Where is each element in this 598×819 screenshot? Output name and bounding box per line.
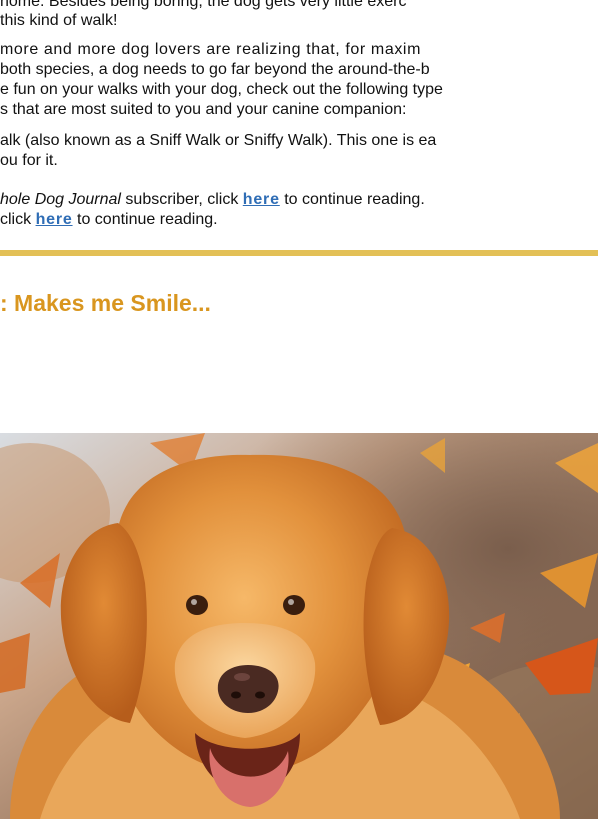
paragraph-text: s that are most suited to you and your c…	[0, 101, 407, 118]
paragraph-text: subscriber, click	[120, 191, 243, 208]
paragraph-text: both species, a dog needs to go far beyo…	[0, 61, 430, 78]
paragraph-text: ou for it.	[0, 152, 58, 169]
nonsubscriber-continue-link[interactable]: here	[36, 211, 73, 228]
journal-name: hole Dog Journal	[0, 191, 121, 208]
nonsubscriber-line: click here to continue reading.	[0, 209, 218, 231]
paragraph-text: to continue reading.	[279, 191, 425, 208]
dog-photo	[0, 433, 598, 819]
paragraph-text: this kind of walk!	[0, 12, 118, 29]
section-divider	[0, 250, 598, 256]
paragraph-text: more and more dog lovers are realizing t…	[0, 41, 422, 58]
paragraph-text: click	[0, 211, 36, 228]
subscriber-continue-link[interactable]: here	[243, 191, 280, 208]
subscriber-line: hole Dog Journal subscriber, click here …	[0, 189, 425, 211]
paragraph-text: to continue reading.	[72, 211, 218, 228]
section-title: : Makes me Smile...	[0, 290, 211, 316]
paragraph-text: e fun on your walks with your dog, check…	[0, 81, 443, 98]
paragraph-text: alk (also known as a Sniff Walk or Sniff…	[0, 132, 437, 149]
